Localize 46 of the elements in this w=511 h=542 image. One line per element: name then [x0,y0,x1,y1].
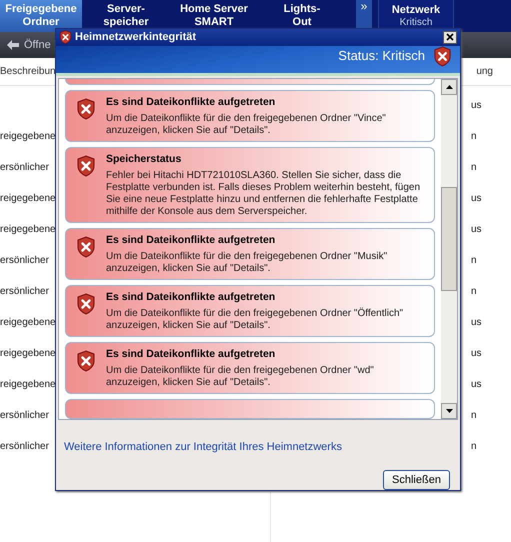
alert-message: Um die Dateikonflikte für die den freigegebenen Ordner "wd" anzuzeigen, klicken Sie auf "Details". [106,365,375,389]
table-cell-text: ersönlicher [0,161,49,175]
alert-title: Es sind Dateikonflikte aufgetreten [106,348,276,361]
window-title: Heimnetzwerkintegrität [75,30,196,45]
column-header[interactable]: ung [476,64,493,79]
table-cell-text: reigegebene [0,192,56,206]
table-cell-text: reigegebene [0,378,56,392]
table-cell-text: reigegebene [0,130,56,144]
table-cell-text: us [471,223,483,237]
alert-message: Um die Dateikonflikte für die den freigegebenen Ordner "Vince" anzuzeigen, klicken Sie auf "Details". [106,113,387,137]
table-cell-text: reigegebene [0,223,56,237]
alert-message: Fehler bei Hitachi HDT721010SLA360. Stellen Sie sicher, dass die Festplatte verbunden ist. Falls dieses Problem weiterhin besteht, fügen Sie eine neue Festplatte hinzu und entfernen die fehlerhafte Festplatte mithilfe der Konsole aus dem Serverspeicher. [106,170,422,218]
network-tab-title: Netzwerk [392,4,440,16]
table-cell-text: n [471,440,478,454]
alert-title: Es sind Dateikonflikte aufgetreten [106,291,276,304]
table-cell-text: us [471,378,483,392]
table-cell-text: ersönlicher [0,440,49,454]
table-cell-text: n [471,409,478,423]
table-cell-text: ersönlicher [0,285,49,299]
table-cell-text: us [471,99,483,113]
table-cell-text: n [471,254,478,268]
more-info-link[interactable]: Weitere Informationen zur Integrität Ihres Heimnetzwerks [64,441,342,453]
nav-tab[interactable]: Home Server SMART [170,0,258,32]
table-cell-text: us [471,347,483,361]
alert-message: Um die Dateikonflikte für die den freigegebenen Ordner "Musik" anzuzeigen, klicken Sie auf "Details". [106,251,388,275]
table-cell-text: reigegebene [0,316,56,330]
open-button[interactable]: Öffne [24,36,51,54]
alert-title: Speicherstatus [106,153,182,166]
alert-message: Um die Dateikonflikte für die den freigegebenen Ordner "Öffentlich" anzuzeigen, klicken Sie auf "Details". [106,308,404,332]
nav-tab[interactable]: Lights- Out [258,0,346,32]
table-cell-text: us [471,316,483,330]
nav-tab[interactable]: Freigegebene Ordner [0,0,82,32]
table-cell-text: ersönlicher [0,409,49,423]
table-cell-text: n [471,161,478,175]
alert-title: Es sind Dateikonflikte aufgetreten [106,234,276,247]
table-cell-text: reigegebene [0,347,56,361]
nav-tab[interactable]: Server- speicher [82,0,170,32]
table-cell-text: ersönlicher [0,254,49,268]
table-cell-text: n [471,285,478,299]
table-cell-text: n [471,130,478,144]
column-header[interactable]: Beschreibun [0,64,56,79]
network-status: Kritisch [400,16,432,28]
alert-title: Es sind Dateikonflikte aufgetreten [106,96,276,109]
table-cell-text: us [471,192,483,206]
status-text: Status: Kritisch [338,46,425,64]
close-dialog-button[interactable]: Schließen [383,470,450,490]
